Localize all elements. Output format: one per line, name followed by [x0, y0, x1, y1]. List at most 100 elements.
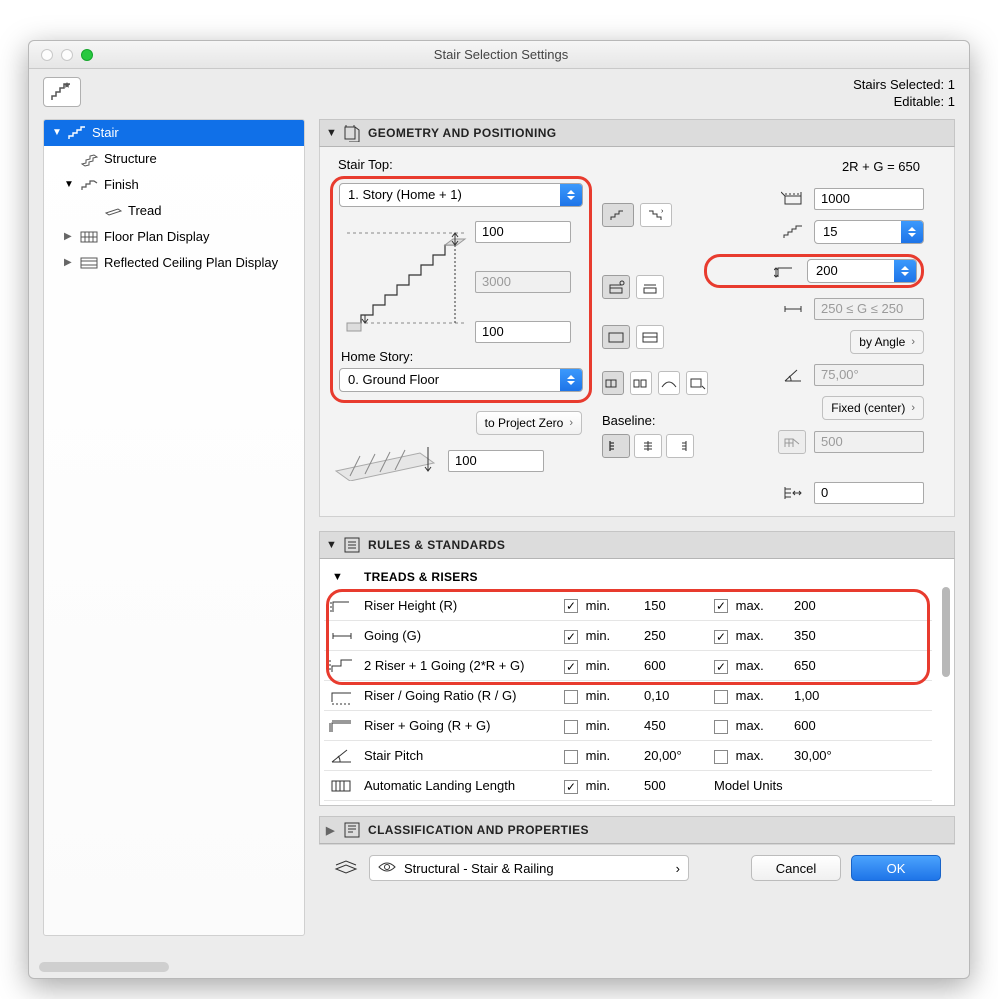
tree-item-structure[interactable]: Structure	[44, 146, 304, 172]
zoom-window-icon[interactable]	[81, 49, 93, 61]
riser-height-dropdown[interactable]: 200	[807, 259, 917, 283]
rule-icon	[324, 711, 360, 741]
scrollbar-thumb[interactable]	[942, 587, 950, 677]
rule-min-value[interactable]: 0,10	[640, 681, 710, 711]
tree-item-finish[interactable]: ▼ Finish	[44, 172, 304, 198]
steps-icon	[780, 223, 806, 241]
panel-header-rules[interactable]: ▼ RULES & STANDARDS	[319, 531, 955, 559]
rule-max-value[interactable]: 30,00°	[790, 741, 932, 771]
disclosure-triangle-icon[interactable]: ▼	[64, 179, 74, 190]
chevron-right-icon: ›	[676, 861, 680, 876]
ok-button[interactable]: OK	[851, 855, 941, 881]
disclosure-triangle-icon[interactable]: ▼	[52, 127, 62, 138]
rule-min-value[interactable]: 20,00°	[640, 741, 710, 771]
panel-header-classification[interactable]: ▶ CLASSIFICATION AND PROPERTIES	[319, 816, 955, 844]
home-story-dropdown[interactable]: 0. Ground Floor	[339, 368, 583, 392]
rule-name: Stair Pitch	[360, 741, 560, 771]
max-checkbox[interactable]	[714, 660, 728, 674]
winder-value-field	[814, 431, 924, 453]
baseline-right-toggle[interactable]	[666, 434, 694, 458]
rule-row: Stair Pitch min. 20,00° max.30,00°	[324, 741, 932, 771]
dropdown-arrows-icon	[901, 221, 923, 243]
min-checkbox[interactable]	[564, 630, 578, 644]
landing-toggle-a[interactable]	[602, 325, 630, 349]
cancel-button[interactable]: Cancel	[751, 855, 841, 881]
min-checkbox[interactable]	[564, 690, 578, 704]
minimize-window-icon[interactable]	[61, 49, 73, 61]
tree-item-stair[interactable]: ▼ Stair	[44, 120, 304, 146]
free-going-toggle[interactable]	[636, 275, 664, 299]
rule-max-value[interactable]: 1,00	[790, 681, 932, 711]
rule-min-value[interactable]: 250	[640, 621, 710, 651]
min-checkbox[interactable]	[564, 720, 578, 734]
baseline-offset-icon	[780, 484, 806, 502]
lock-going-toggle[interactable]	[602, 275, 630, 299]
project-zero-field[interactable]	[448, 450, 544, 472]
stair-icon	[66, 124, 88, 142]
going-icon	[780, 300, 806, 318]
stair-direction-up-toggle[interactable]	[602, 203, 634, 227]
rules-table: Riser Height (R) min. 150 max.200 Going …	[324, 591, 932, 802]
max-checkbox[interactable]	[714, 630, 728, 644]
fixed-button[interactable]: Fixed (center)›	[822, 396, 924, 420]
tree-item-rcp[interactable]: ▶ Reflected Ceiling Plan Display	[44, 250, 304, 276]
rule-min-value[interactable]: 450	[640, 711, 710, 741]
max-checkbox[interactable]	[714, 720, 728, 734]
disclosure-triangle-icon: ▼	[332, 571, 342, 583]
disclosure-triangle-icon[interactable]: ▶	[64, 231, 74, 242]
tree-item-tread[interactable]: Tread	[44, 198, 304, 224]
max-checkbox[interactable]	[714, 750, 728, 764]
rule-max-value[interactable]: 200	[790, 591, 932, 621]
horizontal-scrollbar[interactable]	[39, 962, 289, 972]
stair-width-field[interactable]	[814, 188, 924, 210]
window-title: Stair Selection Settings	[93, 47, 969, 62]
stair-direction-down-toggle[interactable]: ›	[640, 203, 672, 227]
rule-min-value[interactable]: 150	[640, 591, 710, 621]
rule-min-value[interactable]: 600	[640, 651, 710, 681]
segment-toggle-b[interactable]	[630, 371, 652, 395]
tree-item-floorplan[interactable]: ▶ Floor Plan Display	[44, 224, 304, 250]
landing-toggle-b[interactable]	[636, 325, 664, 349]
panel-header-geometry[interactable]: ▼ GEOMETRY AND POSITIONING	[319, 119, 955, 147]
min-checkbox[interactable]	[564, 780, 578, 794]
rule-max-value[interactable]: 350	[790, 621, 932, 651]
rule-icon	[324, 771, 360, 801]
titlebar: Stair Selection Settings	[29, 41, 969, 69]
baseline-left-toggle[interactable]	[602, 434, 630, 458]
rule-min-value[interactable]: 500	[640, 771, 710, 801]
disclosure-triangle-icon[interactable]: ▶	[64, 257, 74, 268]
close-window-icon[interactable]	[41, 49, 53, 61]
layer-dropdown[interactable]: Structural - Stair & Railing ›	[369, 855, 689, 881]
segment-toggle-a[interactable]	[602, 371, 624, 395]
rules-subheader[interactable]: ▼ TREADS & RISERS	[324, 563, 950, 591]
rule-max-value[interactable]: 600	[790, 711, 932, 741]
segment-toggle-c[interactable]	[658, 371, 680, 395]
rule-row: Going (G) min. 250 max.350	[324, 621, 932, 651]
favorites-button[interactable]	[43, 77, 81, 107]
stair-top-label: Stair Top:	[338, 157, 592, 172]
top-offset-field[interactable]	[475, 221, 571, 243]
max-checkbox[interactable]	[714, 599, 728, 613]
rules-icon	[342, 536, 362, 554]
max-checkbox[interactable]	[714, 690, 728, 704]
bottom-offset-field[interactable]	[475, 321, 571, 343]
dropdown-arrows-icon	[560, 369, 582, 391]
riser-icon	[773, 262, 799, 280]
geometry-icon	[342, 124, 362, 142]
baseline-offset-field[interactable]	[814, 482, 924, 504]
rule-row: 2 Riser + 1 Going (2*R + G) min. 600 max…	[324, 651, 932, 681]
min-checkbox[interactable]	[564, 750, 578, 764]
baseline-label: Baseline:	[602, 413, 694, 428]
chevron-right-icon: ›	[911, 336, 915, 348]
step-count-dropdown[interactable]: 15	[814, 220, 924, 244]
min-checkbox[interactable]	[564, 599, 578, 613]
stair-top-dropdown[interactable]: 1. Story (Home + 1)	[339, 183, 583, 207]
min-checkbox[interactable]	[564, 660, 578, 674]
baseline-center-toggle[interactable]	[634, 434, 662, 458]
rule-max-value[interactable]: 650	[790, 651, 932, 681]
by-angle-button[interactable]: by Angle›	[850, 330, 924, 354]
winder-icon-button[interactable]	[778, 430, 806, 454]
home-story-label: Home Story:	[341, 349, 583, 364]
project-zero-button[interactable]: to Project Zero›	[476, 411, 582, 435]
disclosure-triangle-icon: ▼	[326, 539, 336, 551]
